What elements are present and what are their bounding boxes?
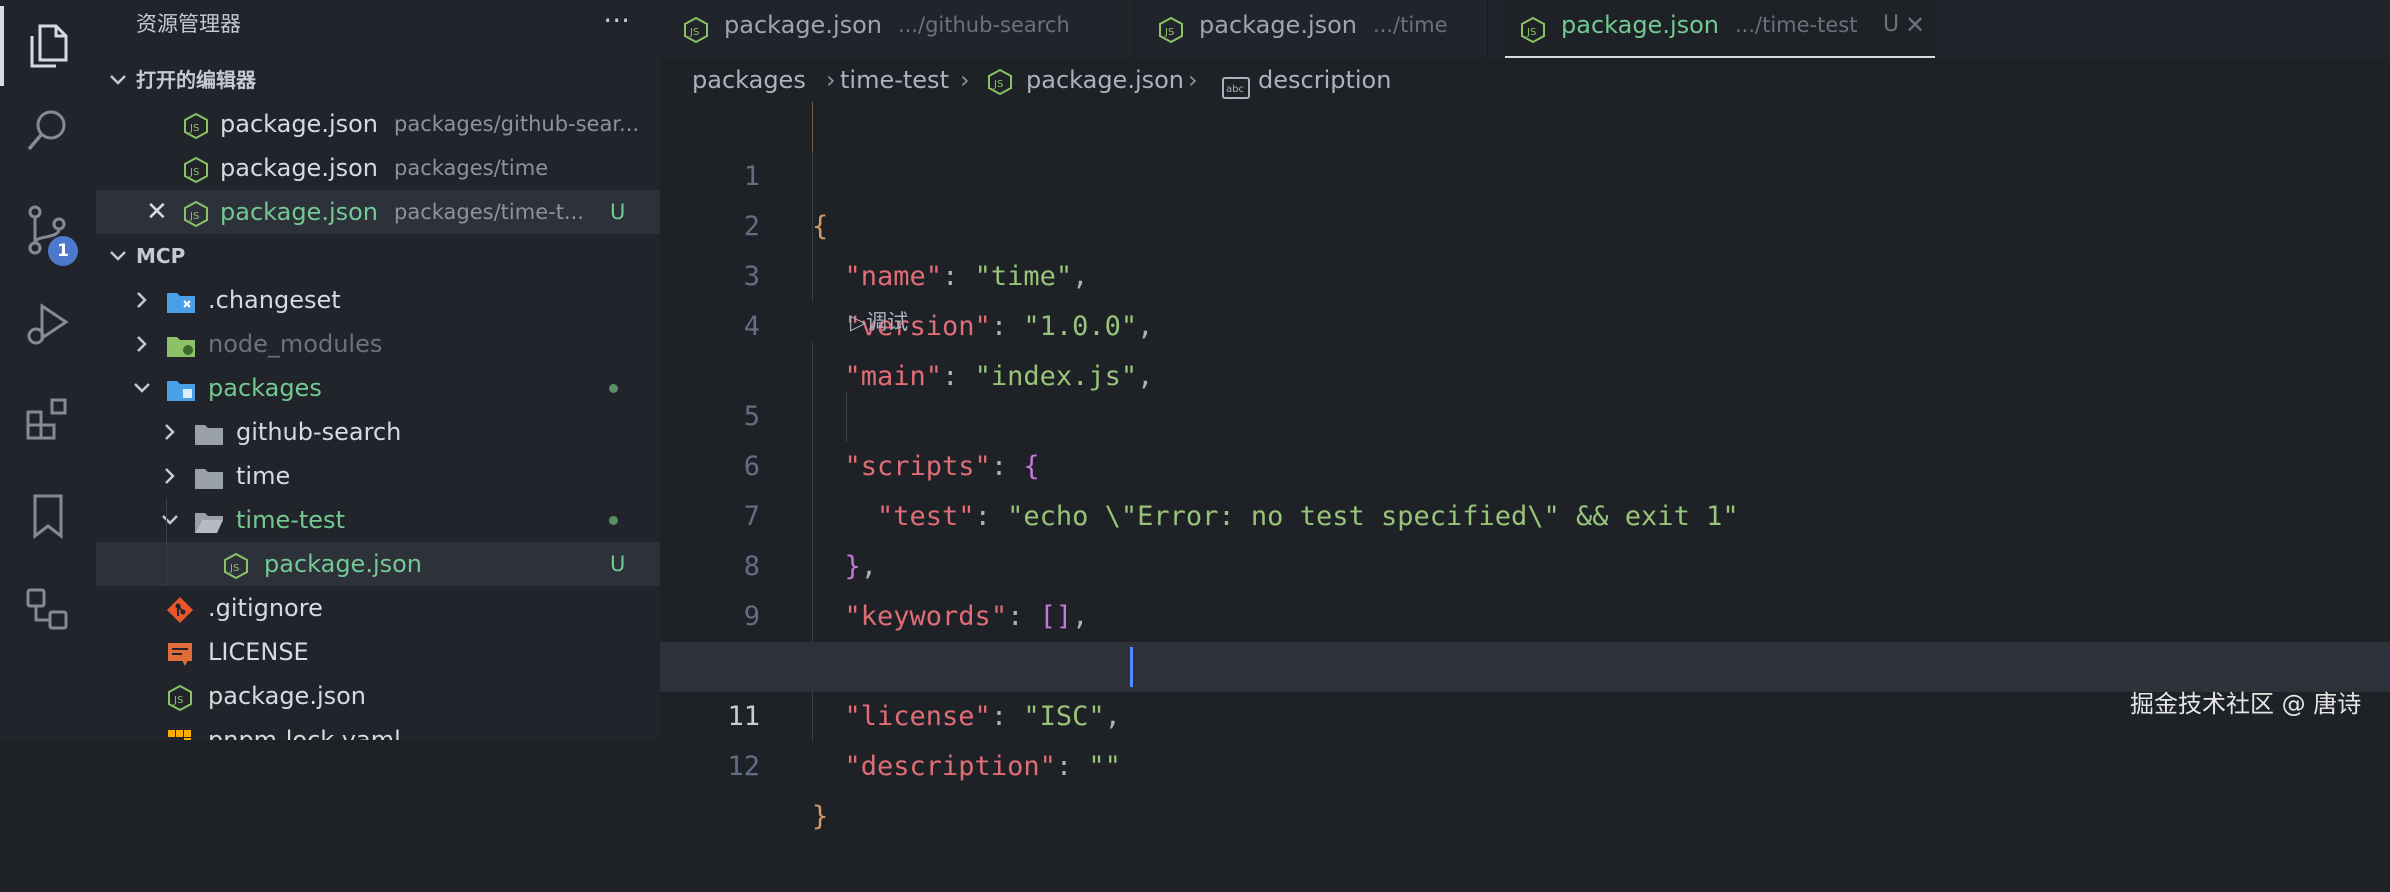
json-file-icon: JS [182,198,210,228]
close-icon[interactable]: ✕ [146,190,168,234]
breadcrumb-time-test[interactable]: time-test [840,58,949,102]
string-symbol-icon: abc [1222,69,1250,99]
svg-text:JS: JS [993,79,1003,90]
code-line: 10 "license": "ISC", [727,651,1121,732]
folder-icon [194,462,223,490]
code-line: 4 "main": "index.js", [743,311,1154,392]
remote-explorer-icon[interactable] [0,564,96,656]
tab-time-test[interactable]: JS package.json .../time-test U ✕ [1505,0,1935,58]
open-editor-item-active[interactable]: ✕ JS package.json packages/time-t... U [96,190,660,234]
svg-text:JS: JS [689,27,699,38]
bookmark-icon[interactable] [0,470,96,562]
folder-open-icon [194,506,223,534]
chevron-down-icon [158,498,182,542]
folder-icon [166,286,195,314]
json-file-icon: JS [682,11,710,44]
open-editor-item[interactable]: JS package.json packages/github-sear... [96,102,660,146]
svg-text:JS: JS [1526,27,1536,38]
chevron-right-icon [158,454,182,498]
breadcrumb-packages[interactable]: packages [692,58,806,102]
folder-icon [166,330,195,358]
code-line: 3 "version": "1.0.0", [743,261,1154,342]
chevron-right-icon [130,322,154,366]
chevron-right-icon [158,410,182,454]
modified-dot [609,384,618,393]
more-actions-button[interactable]: ··· [603,0,630,48]
editor-tabs: JS package.json .../github-search JS pac… [660,0,2390,58]
svg-text:abc: abc [1226,84,1244,95]
pnpm-icon [166,726,194,740]
json-file-icon: JS [1157,11,1185,44]
tree-item-folder[interactable]: time [96,454,660,498]
close-tab-icon[interactable]: ✕ [1905,0,1925,50]
code-line: 1 { [743,161,829,242]
json-file-icon: JS [182,110,210,140]
tab-time[interactable]: JS package.json .../time [1135,0,1487,58]
open-editors-header[interactable]: 打开的编辑器 [96,58,660,102]
code-line: 2 "name": "time", [743,211,1089,292]
tab-github-search[interactable]: JS package.json .../github-search [660,0,1134,58]
tree-item-folder-open[interactable]: time-test [96,498,660,542]
explorer-sidebar: 资源管理器 ··· 打开的编辑器 JS package.json package… [96,0,660,740]
tab-separator [1487,0,1488,58]
license-icon [166,638,194,666]
code-line: 9 "author": "", [743,601,1056,682]
folder-open-icon [166,374,195,402]
tree-item-file[interactable]: LICENSE [96,630,660,674]
svg-text:JS: JS [189,123,199,134]
tree-item-file[interactable]: .gitignore [96,586,660,630]
svg-text:JS: JS [1164,27,1174,38]
explorer-title: 资源管理器 [136,12,241,36]
code-line: 8 "keywords": [], [743,551,1089,632]
tree-item-folder[interactable]: github-search [96,410,660,454]
project-header[interactable]: MCP [96,234,660,278]
breadcrumb-package-json[interactable]: package.json [1026,58,1184,102]
chevron-down-icon [130,366,154,410]
explorer-icon[interactable] [0,0,96,92]
run-debug-icon[interactable] [0,278,96,370]
svg-text:JS: JS [229,563,239,574]
chevron-right-icon [130,278,154,322]
json-file-icon: JS [986,66,1014,96]
json-file-icon: JS [1519,11,1547,44]
tree-item-file[interactable]: JS package.json [96,674,660,718]
json-file-icon: JS [182,154,210,184]
tree-item-file[interactable]: pnpm-lock.yaml [96,718,660,740]
scm-badge: 1 [48,236,78,266]
tree-item-folder[interactable]: .changeset [96,278,660,322]
code-line: 5 "scripts": { [743,401,1040,482]
code-editor[interactable]: 1 { 2 "name": "time", 3 "version": "1.0.… [660,102,2390,832]
json-file-icon: JS [222,550,250,580]
git-icon [166,594,194,623]
watermark: 掘金技术社区 @ 唐诗 [2130,690,2362,718]
modified-dot [609,516,618,525]
code-line: 7 }, [743,501,878,582]
tree-item-folder[interactable]: node_modules [96,322,660,366]
source-control-icon[interactable]: 1 [0,184,96,276]
tree-guide [166,498,167,586]
open-editor-item[interactable]: JS package.json packages/time [96,146,660,190]
text-cursor [1130,647,1133,687]
tree-item-file-selected[interactable]: JS package.json U [96,542,660,586]
svg-text:JS: JS [173,695,183,706]
breadcrumb-description[interactable]: description [1258,58,1391,102]
json-file-icon: JS [166,682,194,712]
debug-codelens[interactable]: ▷调试 [850,302,908,342]
tree-item-folder-open[interactable]: packages [96,366,660,410]
folder-icon [194,418,223,446]
code-line: 6 "test": "echo \"Error: no test specifi… [743,451,1739,532]
search-icon[interactable] [0,84,96,176]
svg-text:JS: JS [189,211,199,222]
activity-bar: 1 [0,0,96,740]
extensions-icon[interactable] [0,372,96,464]
svg-text:JS: JS [189,167,199,178]
